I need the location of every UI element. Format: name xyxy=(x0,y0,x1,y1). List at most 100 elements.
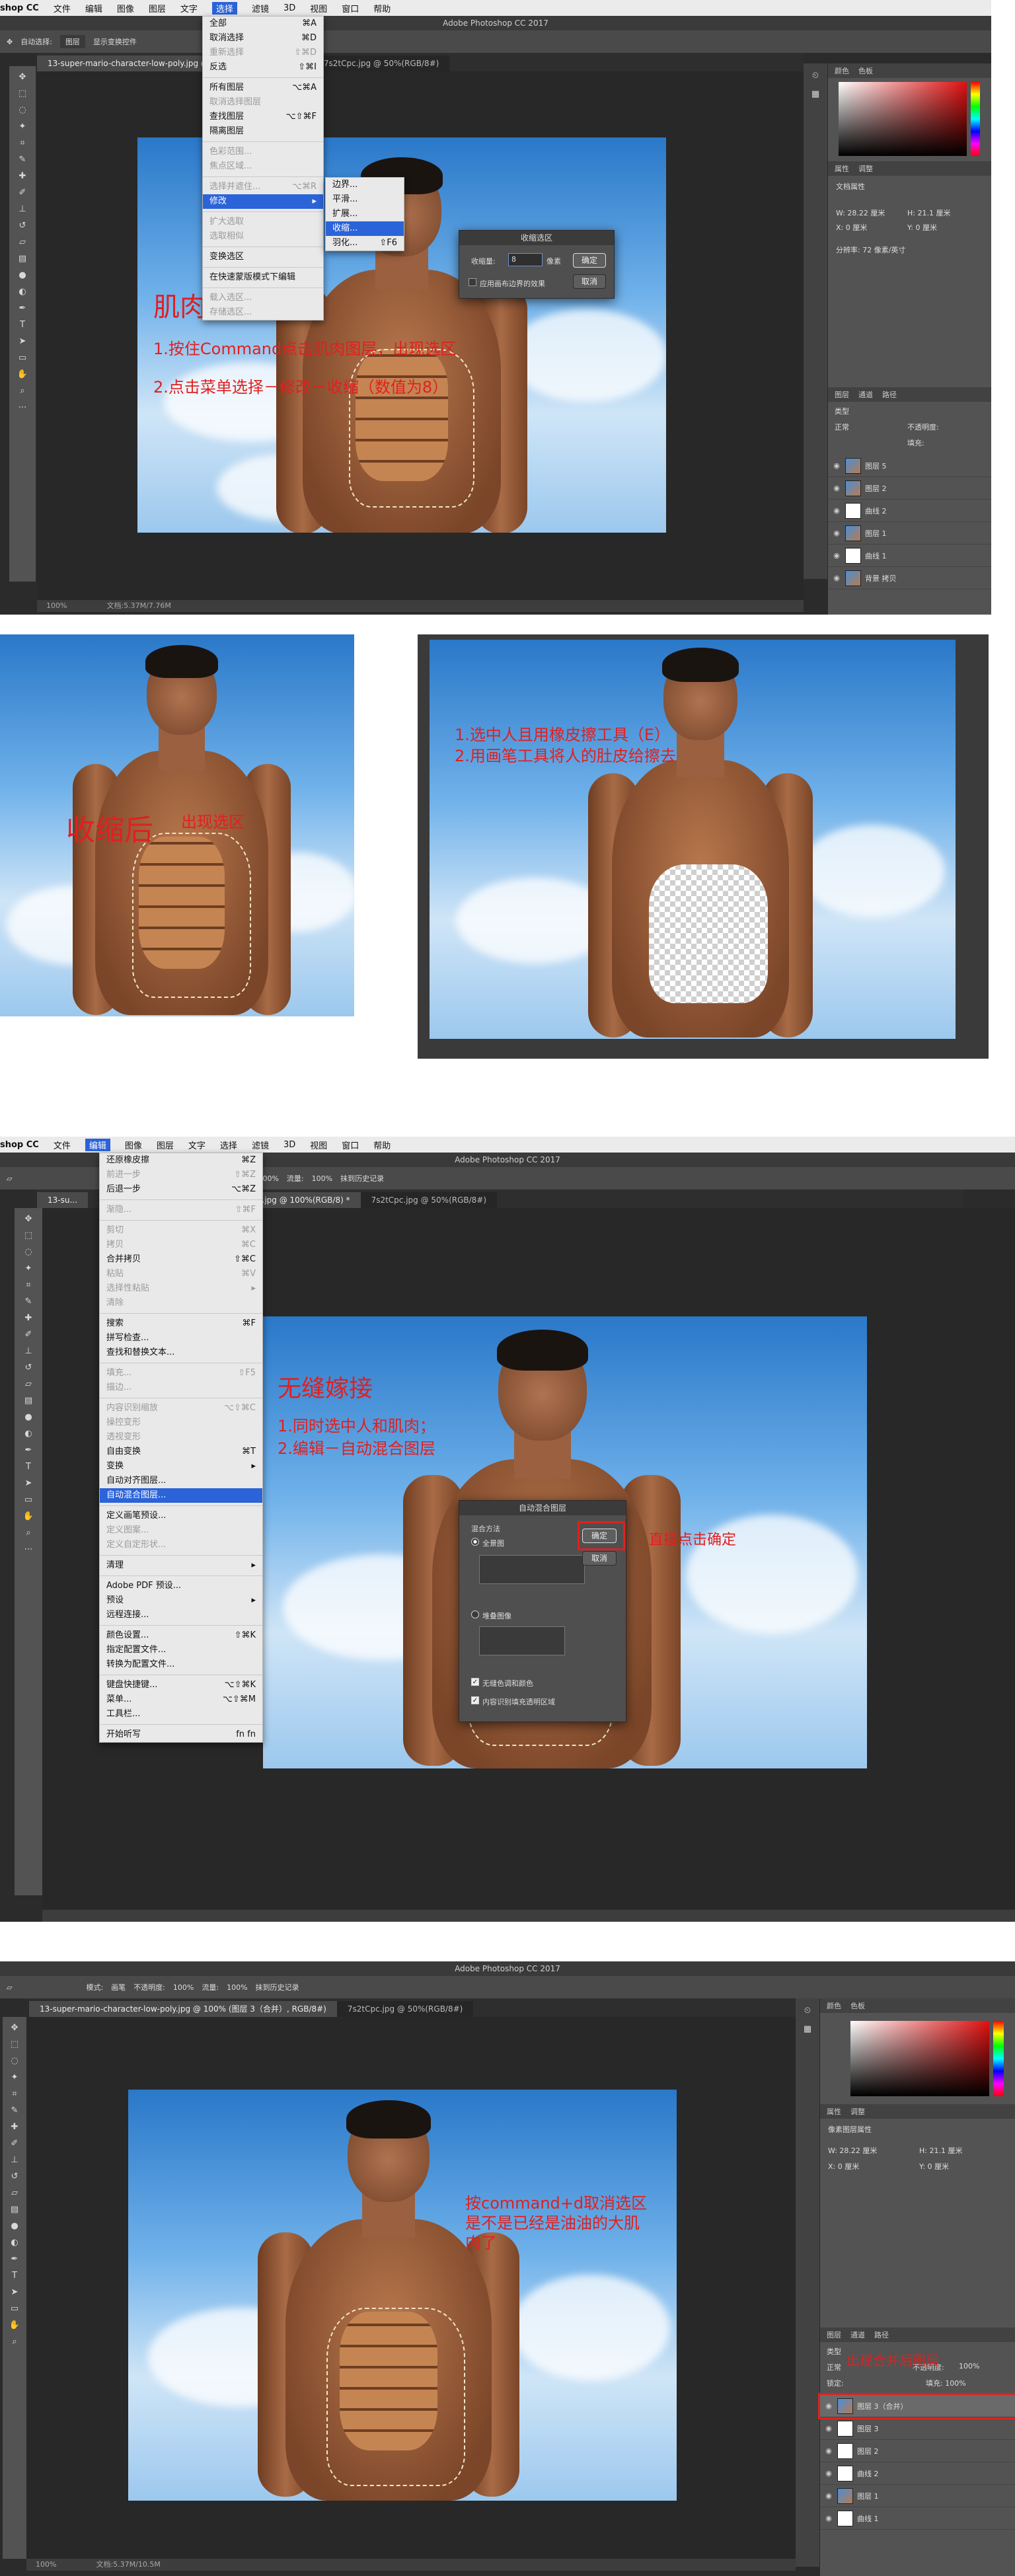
layer-row[interactable]: ◉ 图层 1 xyxy=(820,2485,1015,2507)
stamp-icon[interactable]: ⊥ xyxy=(22,1345,34,1357)
hand-icon[interactable]: ✋ xyxy=(17,369,28,381)
tab-channels[interactable]: 通道 xyxy=(858,389,873,400)
eraser-icon[interactable]: ▱ xyxy=(22,1379,34,1390)
menu-item[interactable]: 开始听写 fn fn xyxy=(100,1727,262,1742)
eyedropper-icon[interactable]: ✎ xyxy=(17,154,28,166)
menu-3d[interactable]: 3D xyxy=(283,1140,295,1150)
visibility-eye-icon[interactable]: ◉ xyxy=(824,2491,833,2500)
lasso-icon[interactable]: ◌ xyxy=(9,2055,20,2067)
menu-item[interactable]: 变换选区 xyxy=(203,250,323,264)
tab-channels[interactable]: 通道 xyxy=(850,2330,865,2340)
eyedropper-icon[interactable]: ✎ xyxy=(9,2105,20,2117)
visibility-eye-icon[interactable]: ◉ xyxy=(832,461,841,470)
layer-row[interactable]: ◉ 曲线 1 xyxy=(820,2507,1015,2530)
menu-item[interactable]: 反选 ⇧⌘I xyxy=(203,60,323,75)
menu-window[interactable]: 窗口 xyxy=(342,2,359,15)
eyedropper-icon[interactable]: ✎ xyxy=(22,1296,34,1308)
menu-file[interactable]: 文件 xyxy=(54,1139,71,1151)
doc-tab-2[interactable]: 7s2tCpc.jpg @ 50%(RGB/8#) xyxy=(313,56,450,71)
type-icon[interactable]: T xyxy=(17,319,28,331)
color-picker[interactable] xyxy=(839,82,967,156)
menu-item[interactable]: 预设 ▸ xyxy=(100,1593,262,1608)
dodge-icon[interactable]: ◐ xyxy=(22,1428,34,1440)
history-brush-icon[interactable]: ↺ xyxy=(22,1362,34,1374)
layer-kind-filter[interactable]: 类型 xyxy=(835,406,849,416)
tab-swatches[interactable]: 色板 xyxy=(858,65,873,76)
menu-item[interactable]: 清理 ▸ xyxy=(100,1558,262,1573)
doc-tab-1[interactable]: 13-su... xyxy=(37,1192,88,1208)
tab-adjustments[interactable]: 调整 xyxy=(850,2106,865,2117)
menu-item[interactable]: 还原橡皮擦 ⌘Z xyxy=(100,1153,262,1168)
contract-input[interactable]: 8 xyxy=(508,253,543,266)
show-transform-checkbox[interactable]: 显示变换控件 xyxy=(93,36,137,47)
shape-icon[interactable]: ▭ xyxy=(9,2303,20,2315)
tab-layers[interactable]: 图层 xyxy=(835,389,849,400)
layer-row[interactable]: ◉ 图层 3（合并） xyxy=(818,2393,1015,2419)
wand-icon[interactable]: ✦ xyxy=(22,1263,34,1275)
hand-icon[interactable]: ✋ xyxy=(22,1511,34,1523)
gradient-icon[interactable]: ▤ xyxy=(22,1395,34,1407)
menu-help[interactable]: 帮助 xyxy=(373,1139,391,1151)
menu-item[interactable]: 颜色设置... ⇧⌘K xyxy=(100,1628,262,1643)
menu-image[interactable]: 图像 xyxy=(117,2,134,15)
menu-item[interactable]: 修改 ▸ xyxy=(203,194,323,209)
cancel-button[interactable]: 取消 xyxy=(573,274,606,289)
menu-view[interactable]: 视图 xyxy=(310,2,327,15)
history-panel-icon[interactable]: ⏲ xyxy=(802,2005,813,2017)
menu-item[interactable]: 隔离图层 xyxy=(203,124,323,139)
menu-item[interactable]: 查找图层 ⌥⇧⌘F xyxy=(203,110,323,124)
healing-icon[interactable]: ✚ xyxy=(22,1312,34,1324)
menu-item[interactable]: 自由变换 ⌘T xyxy=(100,1445,262,1459)
menu-item[interactable]: 键盘快捷键... ⌥⇧⌘K xyxy=(100,1678,262,1692)
stamp-icon[interactable]: ⊥ xyxy=(17,204,28,215)
eraser-icon[interactable]: ▱ xyxy=(9,2187,20,2199)
menu-3d[interactable]: 3D xyxy=(283,3,295,13)
menu-select[interactable]: 选择 xyxy=(220,1139,237,1151)
history-panel-icon[interactable]: ⏲ xyxy=(809,70,821,82)
wand-icon[interactable]: ✦ xyxy=(17,121,28,133)
path-select-icon[interactable]: ➤ xyxy=(22,1478,34,1490)
crop-icon[interactable]: ⌗ xyxy=(9,2088,20,2100)
menu-item[interactable]: 羽化... ⇧F6 xyxy=(326,236,404,250)
menu-type[interactable]: 文字 xyxy=(188,1139,206,1151)
menu-item[interactable]: 指定配置文件... xyxy=(100,1643,262,1657)
path-select-icon[interactable]: ➤ xyxy=(17,336,28,348)
menu-item[interactable]: 收缩... xyxy=(326,221,404,236)
content-aware-checkbox[interactable]: ✓ 内容识别填充透明区域 xyxy=(471,1696,555,1707)
menu-file[interactable]: 文件 xyxy=(54,2,71,15)
menu-item[interactable]: 变换 ▸ xyxy=(100,1459,262,1474)
pen-icon[interactable]: ✒ xyxy=(17,303,28,315)
tab-swatches[interactable]: 色板 xyxy=(850,2000,865,2011)
marquee-icon[interactable]: ⬚ xyxy=(22,1230,34,1242)
doc-tab-1-rest[interactable]: ...jpg @ 100%(RGB/8) * xyxy=(246,1192,361,1208)
flow-value[interactable]: 100% xyxy=(227,1983,247,1992)
menu-item[interactable]: 远程连接... xyxy=(100,1608,262,1622)
move-icon[interactable]: ✥ xyxy=(17,71,28,83)
doc-tab-2[interactable]: 7s2tCpc.jpg @ 50%(RGB/8#) xyxy=(360,1192,498,1208)
blend-mode-select[interactable]: 正常 xyxy=(835,422,849,432)
tab-paths[interactable]: 路径 xyxy=(874,2330,889,2340)
menu-item[interactable]: 拼写检查... xyxy=(100,1331,262,1345)
menu-app[interactable]: shop CC xyxy=(0,3,39,13)
layer-row[interactable]: ◉ 图层 1 xyxy=(828,522,991,545)
layer-kind-filter[interactable]: 类型 xyxy=(827,2346,841,2357)
layer-row[interactable]: ◉ 图层 3 xyxy=(820,2417,1015,2440)
dodge-icon[interactable]: ◐ xyxy=(17,286,28,298)
mode-select[interactable]: 画笔 xyxy=(111,1982,126,1992)
cancel-button[interactable]: 取消 xyxy=(582,1551,617,1566)
menu-view[interactable]: 视图 xyxy=(310,1139,327,1151)
hue-slider[interactable] xyxy=(993,2021,1004,2096)
brush-icon[interactable]: ✐ xyxy=(22,1329,34,1341)
menu-help[interactable]: 帮助 xyxy=(373,2,391,15)
zoom-icon[interactable]: ⌕ xyxy=(9,2336,20,2348)
healing-icon[interactable]: ✚ xyxy=(9,2121,20,2133)
photo-canvas[interactable] xyxy=(128,2090,677,2501)
tab-properties[interactable]: 属性 xyxy=(827,2106,841,2117)
lasso-icon[interactable]: ◌ xyxy=(17,104,28,116)
opacity-value[interactable]: 100% xyxy=(173,1983,194,1992)
opacity-value[interactable]: 100% xyxy=(959,2362,979,2370)
menu-filter[interactable]: 滤镜 xyxy=(252,2,269,15)
tab-layers[interactable]: 图层 xyxy=(827,2330,841,2340)
lasso-icon[interactable]: ◌ xyxy=(22,1246,34,1258)
menu-item[interactable]: 在快速蒙版模式下编辑 xyxy=(203,270,323,285)
